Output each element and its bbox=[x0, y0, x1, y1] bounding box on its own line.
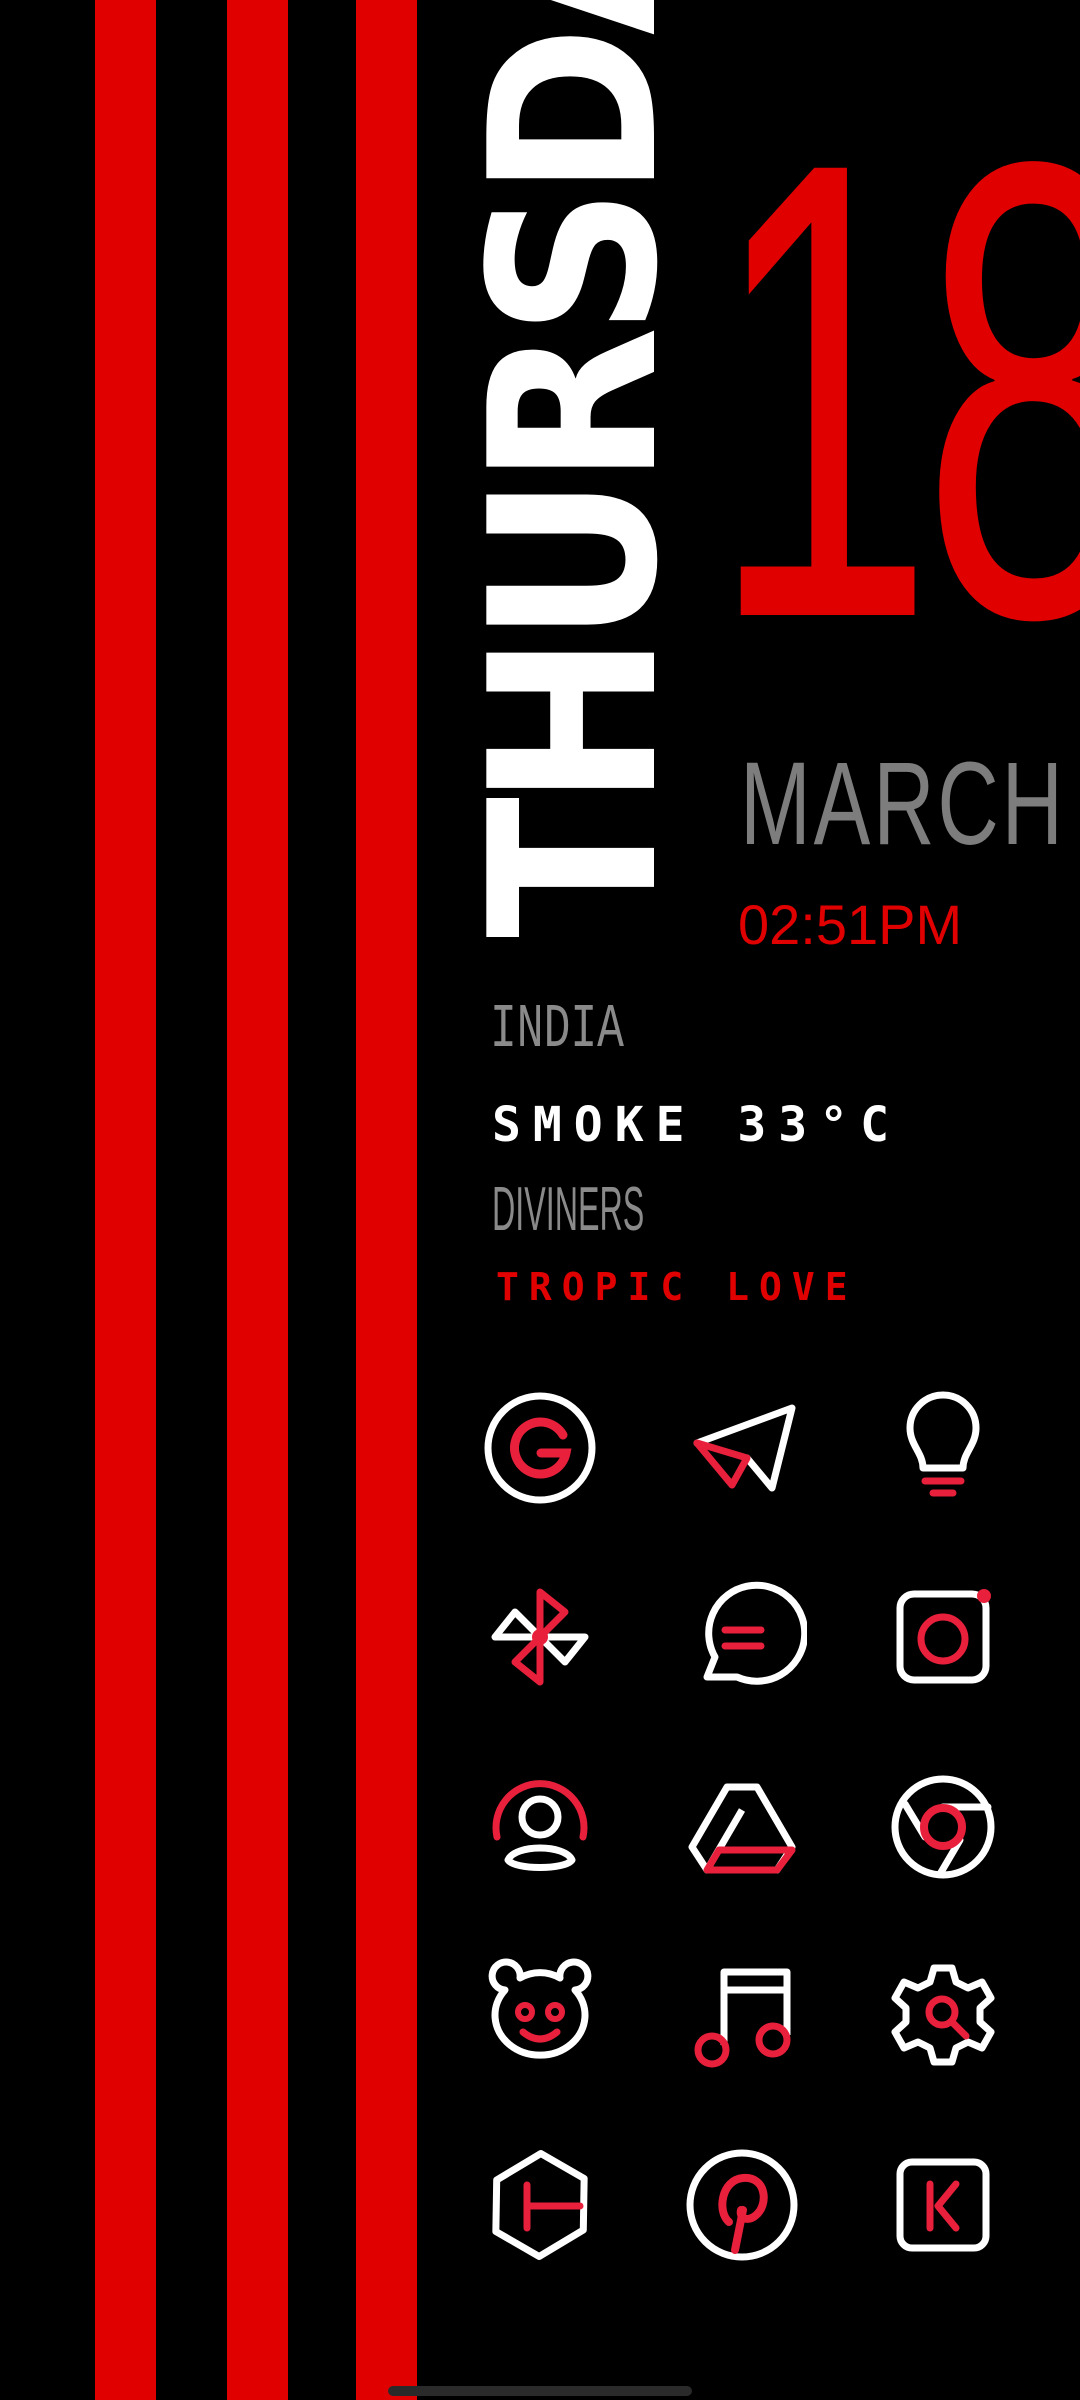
wallpaper-stripe-2 bbox=[227, 0, 288, 2400]
music-note-icon[interactable] bbox=[677, 1950, 807, 2080]
hexagon-t-icon[interactable] bbox=[475, 2140, 605, 2270]
drive-icon[interactable] bbox=[677, 1762, 807, 1892]
contact-icon[interactable] bbox=[475, 1762, 605, 1892]
music-artist[interactable]: DIVINERS bbox=[492, 1170, 644, 1250]
weather-text[interactable]: SMOKE 33°C bbox=[492, 1090, 901, 1160]
home-gesture-bar[interactable] bbox=[388, 2386, 692, 2396]
date-number: 18 bbox=[710, 27, 1080, 753]
wallpaper-stripe-3 bbox=[356, 0, 417, 2400]
day-label: THURSDAY bbox=[442, 0, 709, 938]
wallpaper-stripe-1 bbox=[95, 0, 156, 2400]
pinterest-icon[interactable] bbox=[677, 2140, 807, 2270]
google-icon[interactable] bbox=[475, 1383, 605, 1513]
location-label: INDIA bbox=[490, 994, 624, 1065]
kustom-k-icon[interactable] bbox=[878, 2140, 1008, 2270]
music-track[interactable]: TROPIC LOVE bbox=[496, 1262, 858, 1312]
pinwheel-icon[interactable] bbox=[475, 1572, 605, 1702]
chrome-icon[interactable] bbox=[878, 1762, 1008, 1892]
month-label: MARCH bbox=[740, 738, 1066, 870]
lightbulb-icon[interactable] bbox=[878, 1383, 1008, 1513]
clock-time[interactable]: 02:51PM bbox=[738, 890, 962, 960]
chat-bubble-icon[interactable] bbox=[677, 1572, 807, 1702]
paper-plane-icon[interactable] bbox=[677, 1383, 807, 1513]
settings-gear-icon[interactable] bbox=[878, 1950, 1008, 2080]
camera-icon[interactable] bbox=[878, 1572, 1008, 1702]
reddit-icon[interactable] bbox=[475, 1950, 605, 2080]
